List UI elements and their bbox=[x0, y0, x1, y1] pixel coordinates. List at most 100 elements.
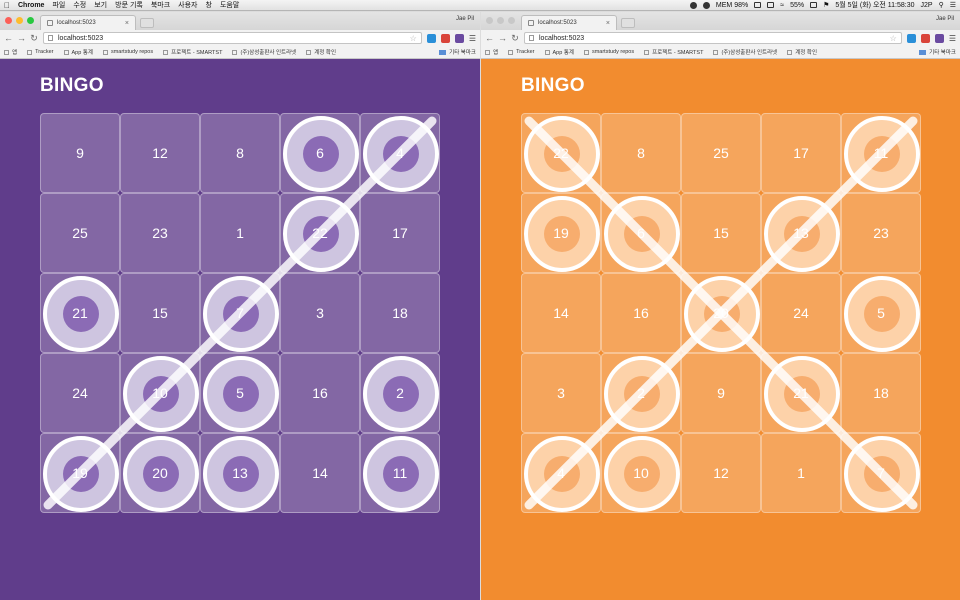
battery-icon[interactable] bbox=[810, 2, 818, 8]
bookmark-tracker[interactable]: Tracker bbox=[27, 49, 54, 55]
bookmark-tracker[interactable]: Tracker bbox=[508, 49, 535, 55]
bookmark-smartstudy[interactable]: smartstudy repos bbox=[583, 49, 634, 55]
back-arrow-icon[interactable]: ← bbox=[485, 33, 494, 43]
clock-icon[interactable] bbox=[767, 2, 775, 8]
bingo-cell[interactable]: 18 bbox=[841, 353, 921, 433]
apple-icon[interactable]:  bbox=[4, 1, 10, 10]
address-url[interactable]: localhost:5023 bbox=[58, 35, 103, 42]
menu-history[interactable]: 방문 기록 bbox=[115, 0, 143, 10]
bingo-cell[interactable]: 19 bbox=[521, 193, 601, 273]
bookmark-account[interactable]: 계정 확인 bbox=[306, 48, 336, 56]
bingo-cell[interactable]: 21 bbox=[761, 353, 841, 433]
wifi-icon[interactable]: ≈ bbox=[780, 2, 784, 9]
bingo-cell[interactable]: 12 bbox=[120, 113, 200, 193]
bookmark-intranet[interactable]: (주)삼성출판사 인트라넷 bbox=[713, 48, 777, 56]
bookmark-app-stats[interactable]: App 통계 bbox=[544, 48, 574, 56]
cloud-icon[interactable] bbox=[702, 1, 710, 9]
bookmark-account[interactable]: 계정 확인 bbox=[787, 48, 817, 56]
address-url[interactable]: localhost:5023 bbox=[539, 35, 584, 42]
profile-name[interactable]: Jae Pil bbox=[456, 16, 474, 22]
menu-file[interactable]: 파일 bbox=[52, 0, 65, 10]
forward-arrow-icon[interactable]: → bbox=[17, 33, 26, 43]
bingo-cell[interactable]: 6 bbox=[280, 113, 360, 193]
bingo-cell[interactable]: 6 bbox=[601, 193, 681, 273]
extension-blue-icon[interactable] bbox=[906, 33, 916, 43]
bingo-cell[interactable]: 15 bbox=[681, 193, 761, 273]
screen-icon[interactable] bbox=[754, 2, 762, 8]
menu-view[interactable]: 보기 bbox=[94, 0, 107, 10]
bingo-cell[interactable]: 5 bbox=[200, 353, 280, 433]
menu-edit[interactable]: 수정 bbox=[73, 0, 86, 10]
bookmark-app-stats[interactable]: App 통계 bbox=[63, 48, 93, 56]
bookmark-apps[interactable]: 앱 bbox=[4, 48, 17, 56]
datetime[interactable]: 5월 5일 (화) 오전 11:58:30 bbox=[835, 0, 914, 10]
bingo-cell[interactable]: 7 bbox=[200, 273, 280, 353]
forward-arrow-icon[interactable]: → bbox=[498, 33, 507, 43]
back-arrow-icon[interactable]: ← bbox=[4, 33, 13, 43]
zoom-window-icon[interactable] bbox=[508, 17, 515, 24]
bingo-cell[interactable]: 9 bbox=[40, 113, 120, 193]
bingo-cell[interactable]: 8 bbox=[601, 113, 681, 193]
bookmark-project[interactable]: 프로젝트 - SMARTST bbox=[644, 48, 703, 56]
extension-shield-icon[interactable] bbox=[934, 33, 944, 43]
bingo-cell[interactable]: 19 bbox=[40, 433, 120, 513]
bingo-cell[interactable]: 9 bbox=[681, 353, 761, 433]
menu-app-name[interactable]: Chrome bbox=[18, 2, 44, 9]
bookmark-project[interactable]: 프로젝트 - SMARTST bbox=[163, 48, 222, 56]
bingo-cell[interactable]: 23 bbox=[120, 193, 200, 273]
spotlight-icon[interactable]: ⚲ bbox=[939, 1, 944, 9]
new-tab-button[interactable] bbox=[140, 18, 154, 28]
bookmark-intranet[interactable]: (주)삼성출판사 인트라넷 bbox=[232, 48, 296, 56]
bookmark-star-icon[interactable]: ☆ bbox=[890, 34, 897, 43]
bingo-cell[interactable]: 3 bbox=[280, 273, 360, 353]
bingo-cell[interactable]: 12 bbox=[681, 433, 761, 513]
bingo-cell[interactable]: 25 bbox=[40, 193, 120, 273]
new-tab-button[interactable] bbox=[621, 18, 635, 28]
bingo-cell[interactable]: 2 bbox=[360, 353, 440, 433]
close-window-icon[interactable] bbox=[5, 17, 12, 24]
bingo-cell[interactable]: 1 bbox=[200, 193, 280, 273]
bingo-cell[interactable]: 23 bbox=[841, 193, 921, 273]
bingo-cell[interactable]: 22 bbox=[521, 113, 601, 193]
chrome-menu-icon[interactable]: ☰ bbox=[469, 34, 476, 43]
bingo-cell[interactable]: 13 bbox=[200, 433, 280, 513]
bingo-cell[interactable]: 21 bbox=[40, 273, 120, 353]
flag-icon[interactable]: ⚑ bbox=[823, 1, 829, 9]
bingo-cell[interactable]: 7 bbox=[841, 433, 921, 513]
bingo-cell[interactable]: 1 bbox=[761, 433, 841, 513]
chrome-menu-icon[interactable]: ☰ bbox=[949, 34, 956, 43]
reload-icon[interactable]: ↻ bbox=[511, 33, 519, 44]
bookmark-smartstudy[interactable]: smartstudy repos bbox=[102, 49, 153, 55]
bookmark-other[interactable]: 기타 북마크 bbox=[439, 48, 476, 56]
extension-shield-icon[interactable] bbox=[454, 33, 464, 43]
reload-icon[interactable]: ↻ bbox=[30, 33, 38, 44]
bingo-cell[interactable]: 2 bbox=[601, 353, 681, 433]
extension-red-icon[interactable] bbox=[440, 33, 450, 43]
tab-localhost[interactable]: localhost:5023 × bbox=[521, 15, 617, 30]
memory-status[interactable]: MEM 98% bbox=[716, 2, 748, 9]
bingo-cell[interactable]: 24 bbox=[761, 273, 841, 353]
bingo-cell[interactable]: 10 bbox=[601, 433, 681, 513]
bingo-cell[interactable]: 5 bbox=[841, 273, 921, 353]
extension-red-icon[interactable] bbox=[920, 33, 930, 43]
battery-percent[interactable]: 55% bbox=[790, 2, 804, 9]
bingo-cell[interactable]: 22 bbox=[280, 193, 360, 273]
bingo-cell[interactable]: 10 bbox=[120, 353, 200, 433]
user-name[interactable]: J2P bbox=[921, 2, 933, 9]
bingo-cell[interactable]: 20 bbox=[681, 273, 761, 353]
bingo-cell[interactable]: 11 bbox=[360, 433, 440, 513]
zoom-window-icon[interactable] bbox=[27, 17, 34, 24]
menu-bookmarks[interactable]: 북마크 bbox=[151, 0, 170, 10]
bingo-cell[interactable]: 15 bbox=[120, 273, 200, 353]
bingo-cell[interactable]: 17 bbox=[360, 193, 440, 273]
profile-name[interactable]: Jae Pil bbox=[936, 16, 954, 22]
bingo-cell[interactable]: 14 bbox=[280, 433, 360, 513]
extension-blue-icon[interactable] bbox=[426, 33, 436, 43]
bingo-cell[interactable]: 18 bbox=[360, 273, 440, 353]
record-icon[interactable] bbox=[689, 1, 697, 9]
bingo-cell[interactable]: 17 bbox=[761, 113, 841, 193]
tab-localhost[interactable]: localhost:5023 × bbox=[40, 15, 136, 30]
minimize-window-icon[interactable] bbox=[16, 17, 23, 24]
address-bar[interactable]: localhost:5023 ☆ bbox=[43, 32, 422, 44]
notification-center-icon[interactable]: ☰ bbox=[950, 1, 956, 9]
